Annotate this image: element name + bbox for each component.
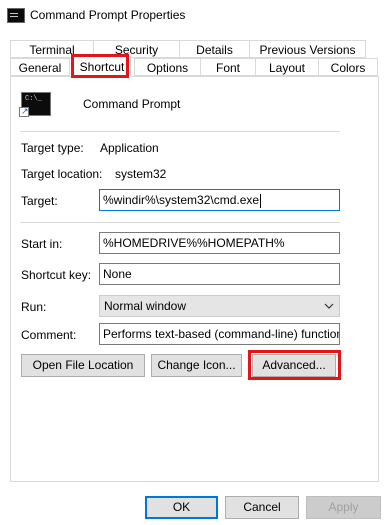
- shortcut-name: Command Prompt: [83, 97, 181, 111]
- tab-previous-versions[interactable]: Previous Versions: [249, 40, 366, 58]
- open-file-location-button[interactable]: Open File Location: [21, 354, 145, 377]
- chevron-down-icon: [324, 303, 334, 309]
- change-icon-button[interactable]: Change Icon...: [151, 354, 242, 377]
- window-title: Command Prompt Properties: [30, 8, 186, 22]
- tab-layout[interactable]: Layout: [255, 58, 319, 76]
- shortcut-key-field[interactable]: None: [99, 263, 340, 285]
- target-label: Target:: [21, 194, 58, 208]
- advanced-button[interactable]: Advanced...: [252, 354, 336, 377]
- tab-colors[interactable]: Colors: [318, 58, 378, 76]
- comment-field[interactable]: Performs text-based (command-line) funct…: [99, 323, 340, 345]
- start-in-label: Start in:: [21, 237, 63, 251]
- shortcut-key-label: Shortcut key:: [21, 268, 92, 282]
- tab-details[interactable]: Details: [179, 40, 250, 58]
- title-bar: Command Prompt Properties: [0, 0, 389, 32]
- start-in-field[interactable]: %HOMEDRIVE%%HOMEPATH%: [99, 232, 340, 254]
- target-location-label: Target location:: [21, 167, 103, 181]
- target-type-label: Target type:: [21, 141, 84, 155]
- apply-button[interactable]: Apply: [306, 496, 381, 519]
- run-label: Run:: [21, 300, 47, 314]
- shortcut-arrow-icon: ↗: [19, 106, 29, 117]
- cancel-button[interactable]: Cancel: [225, 496, 299, 519]
- target-field[interactable]: %windir%\system32\cmd.exe: [99, 189, 340, 211]
- divider: [20, 131, 340, 132]
- target-location-value: system32: [115, 167, 167, 181]
- run-select[interactable]: Normal window: [99, 295, 340, 317]
- ok-button[interactable]: OK: [145, 496, 218, 519]
- divider: [20, 222, 340, 223]
- comment-label: Comment:: [21, 328, 77, 342]
- command-prompt-icon: [7, 8, 25, 23]
- run-select-value: Normal window: [104, 299, 187, 313]
- tab-general[interactable]: General: [10, 58, 70, 76]
- target-type-value: Application: [100, 141, 159, 155]
- tab-font[interactable]: Font: [200, 58, 256, 76]
- tab-options[interactable]: Options: [134, 58, 201, 76]
- tab-shortcut[interactable]: Shortcut: [73, 56, 131, 77]
